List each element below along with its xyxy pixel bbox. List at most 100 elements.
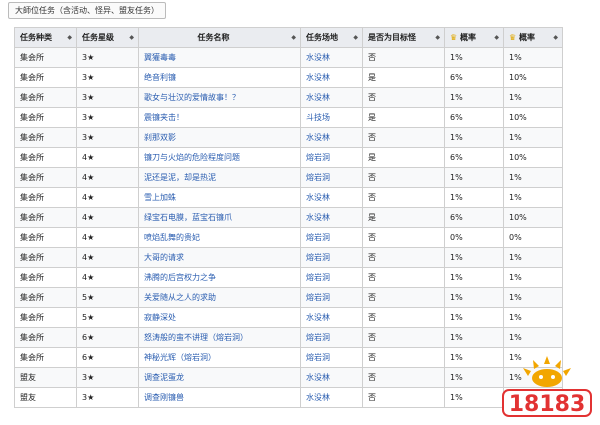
cell-quest-location: 水没林 [300, 187, 363, 208]
cell-quest-stars: 6★ [76, 347, 139, 368]
cell-rate-2: 1% [503, 327, 563, 348]
cell-quest-location: 水没林 [300, 387, 363, 408]
cell-rate-1: 1% [444, 287, 504, 308]
cell-is-target: 否 [362, 227, 445, 248]
cell-rate-2: 0% [503, 227, 563, 248]
header-quest-name[interactable]: 任务名称 ◆ [138, 27, 301, 48]
cell-quest-location: 水没林 [300, 307, 363, 328]
quest-name-link[interactable]: 镰刀与火焰的危险程度问题 [144, 153, 240, 162]
quest-name-link[interactable]: 怒涛般的蛮不讲理（熔岩洞） [144, 333, 248, 342]
location-link[interactable]: 水没林 [306, 93, 330, 102]
cell-rate-2: 1% [503, 307, 563, 328]
cell-is-target: 否 [362, 167, 445, 188]
cell-quest-type: 集会所 [14, 347, 77, 368]
sort-arrows-icon[interactable]: ◆ [494, 29, 499, 47]
header-is-target[interactable]: 是否为目标怪 ◆ [362, 27, 445, 48]
quest-name-link[interactable]: 雪上加蛛 [144, 193, 176, 202]
cell-quest-location: 熔岩洞 [300, 147, 363, 168]
quest-name-link[interactable]: 刹那双影 [144, 133, 176, 142]
cell-quest-type: 集会所 [14, 107, 77, 128]
cell-rate-2: 1% [503, 87, 563, 108]
cell-quest-type: 集会所 [14, 207, 77, 228]
cell-rate-1: 1% [444, 367, 504, 388]
cell-rate-2: 1% [503, 167, 563, 188]
quest-name-link[interactable]: 沸腾的后宫权力之争 [144, 273, 216, 282]
quest-name-link[interactable]: 神秘光辉（熔岩洞） [144, 353, 216, 362]
cell-quest-stars: 4★ [76, 267, 139, 288]
cell-quest-type: 集会所 [14, 47, 77, 68]
sort-arrows-icon[interactable]: ◆ [291, 29, 296, 47]
table-row: 集会所 4★ 镰刀与火焰的危险程度问题 熔岩洞 是 6% 10% [14, 147, 563, 168]
cell-quest-type: 盟友 [14, 387, 77, 408]
header-quest-stars[interactable]: 任务星级 ◆ [76, 27, 139, 48]
header-label: 任务星级 [82, 33, 114, 42]
quest-name-link[interactable]: 震镰夹击！ [144, 113, 184, 122]
location-link[interactable]: 熔岩洞 [306, 273, 330, 282]
cell-quest-name: 绿宝石电膜，蓝宝石镰爪 [138, 207, 301, 228]
cell-quest-stars: 5★ [76, 287, 139, 308]
cell-quest-stars: 4★ [76, 227, 139, 248]
quest-name-link[interactable]: 泥还是泥，却是热泥 [144, 173, 216, 182]
sort-arrows-icon[interactable]: ◆ [67, 29, 72, 47]
cell-rate-1: 1% [444, 127, 504, 148]
quest-name-link[interactable]: 关爱随从之人的求助 [144, 293, 216, 302]
location-link[interactable]: 熔岩洞 [306, 233, 330, 242]
table-row: 盟友 3★ 调查泥蛋龙 水没林否 1% 1% [14, 367, 563, 388]
quest-name-link[interactable]: 歌女与壮汉的爱情故事！？ [144, 93, 240, 102]
cell-rate-2: 1% [503, 47, 563, 68]
header-rate-2[interactable]: ♛ 概率 ◆ [503, 27, 563, 48]
sort-arrows-icon[interactable]: ◆ [435, 29, 440, 47]
cell-rate-2: 10% [503, 147, 563, 168]
cell-is-target: 否 [362, 387, 445, 408]
sort-arrows-icon[interactable]: ◆ [129, 29, 134, 47]
cell-quest-name: 震镰夹击！ [138, 107, 301, 128]
location-link[interactable]: 熔岩洞 [306, 293, 330, 302]
location-link[interactable]: 水没林 [306, 193, 330, 202]
location-link[interactable]: 水没林 [306, 73, 330, 82]
quest-name-link[interactable]: 喷焰乱舞的贵妃 [144, 233, 200, 242]
cell-is-target: 否 [362, 187, 445, 208]
location-link[interactable]: 水没林 [306, 53, 330, 62]
quest-name-link[interactable]: 绝音利镰 [144, 73, 176, 82]
cell-is-target: 是 [362, 207, 445, 228]
quest-name-link[interactable]: 寂静深处 [144, 313, 176, 322]
location-link[interactable]: 水没林 [306, 213, 330, 222]
quest-name-link[interactable]: 调查刚镰兽 [144, 393, 184, 402]
location-link[interactable]: 水没林 [306, 373, 330, 382]
location-link[interactable]: 斗技场 [306, 113, 330, 122]
cell-quest-stars: 3★ [76, 387, 139, 408]
cell-is-target: 否 [362, 307, 445, 328]
location-link[interactable]: 水没林 [306, 133, 330, 142]
cell-quest-stars: 3★ [76, 87, 139, 108]
quest-name-link[interactable]: 大哥的请求 [144, 253, 184, 262]
cell-quest-type: 集会所 [14, 167, 77, 188]
header-rate-1[interactable]: ♛ 概率 ◆ [444, 27, 504, 48]
header-quest-type[interactable]: 任务种类 ◆ [14, 27, 77, 48]
cell-is-target: 否 [362, 287, 445, 308]
location-link[interactable]: 熔岩洞 [306, 153, 330, 162]
quest-name-link[interactable]: 绿宝石电膜，蓝宝石镰爪 [144, 213, 232, 222]
location-link[interactable]: 水没林 [306, 313, 330, 322]
cell-rate-2: 1% [503, 247, 563, 268]
location-link[interactable]: 熔岩洞 [306, 253, 330, 262]
quest-name-link[interactable]: 翼獾毒毒 [144, 53, 176, 62]
header-quest-location[interactable]: 任务场地 ◆ [300, 27, 363, 48]
cell-quest-type: 盟友 [14, 367, 77, 388]
location-link[interactable]: 熔岩洞 [306, 333, 330, 342]
table-row: 集会所 3★ 刹那双影 水没林否 1% 1% [14, 127, 563, 148]
sort-arrows-icon[interactable]: ◆ [353, 29, 358, 47]
quest-name-link[interactable]: 调查泥蛋龙 [144, 373, 184, 382]
location-link[interactable]: 水没林 [306, 393, 330, 402]
table-row: 集会所 3★ 歌女与壮汉的爱情故事！？ 水没林否 1% 1% [14, 87, 563, 108]
location-link[interactable]: 熔岩洞 [306, 173, 330, 182]
location-link[interactable]: 熔岩洞 [306, 353, 330, 362]
cell-quest-type: 集会所 [14, 227, 77, 248]
table-row: 集会所 3★ 绝音利镰 水没林 是 6% 10% [14, 67, 563, 88]
cell-is-target: 否 [362, 347, 445, 368]
site-logo: 18183 [502, 356, 592, 417]
cell-quest-type: 集会所 [14, 267, 77, 288]
sort-arrows-icon[interactable]: ◆ [553, 29, 558, 47]
cell-quest-type: 集会所 [14, 287, 77, 308]
table-row: 集会所 5★ 关爱随从之人的求助 熔岩洞否 1% 1% [14, 287, 563, 308]
cell-quest-stars: 4★ [76, 247, 139, 268]
